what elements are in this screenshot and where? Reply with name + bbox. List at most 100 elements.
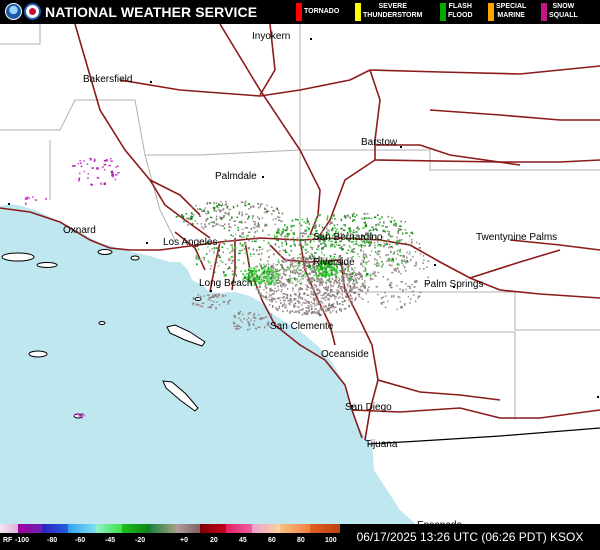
radar-return-pixel [299, 235, 301, 237]
scale-tick-label: -80 [47, 537, 58, 544]
radar-return-pixel [266, 281, 269, 283]
radar-return-pixel [221, 203, 224, 206]
radar-return-pixel [215, 222, 218, 226]
radar-return-pixel [267, 260, 269, 262]
radar-return-pixel [353, 212, 355, 215]
radar-return-pixel [365, 217, 368, 219]
radar-return-pixel [312, 291, 314, 293]
radar-return-pixel [247, 231, 251, 234]
radar-return-pixel [342, 297, 344, 300]
radar-return-pixel [289, 310, 292, 314]
radar-return-pixel [276, 275, 278, 278]
radar-return-pixel [304, 232, 307, 235]
city-label-palmdale: Palmdale [215, 171, 257, 182]
radar-return-pixel [267, 274, 270, 276]
radar-return-pixel [341, 268, 344, 270]
radar-return-pixel [202, 227, 205, 230]
radar-return-pixel [302, 302, 305, 304]
radar-return-pixel [285, 284, 287, 286]
radar-return-pixel [305, 230, 308, 232]
radar-return-pixel [224, 274, 227, 277]
radar-return-pixel [303, 311, 305, 315]
radar-return-pixel [116, 165, 119, 167]
radar-return-pixel [259, 294, 263, 297]
radar-return-pixel [282, 299, 285, 302]
radar-return-pixel [362, 250, 364, 253]
radar-return-pixel [267, 275, 270, 278]
radar-return-pixel [230, 250, 234, 253]
legend-swatch [488, 3, 494, 21]
radar-return-pixel [387, 300, 389, 302]
radar-return-pixel [303, 221, 305, 223]
radar-return-pixel [203, 209, 205, 212]
radar-return-pixel [396, 308, 398, 311]
radar-return-pixel [201, 306, 204, 308]
radar-return-pixel [294, 305, 297, 307]
radar-return-pixel [300, 304, 303, 306]
radar-return-pixel [348, 280, 351, 284]
header-bar: NATIONAL WEATHER SERVICE TORNADO SEVERE … [0, 0, 600, 24]
radar-return-pixel [374, 258, 376, 261]
radar-return-pixel [277, 229, 280, 232]
radar-return-pixel [329, 294, 332, 298]
radar-return-pixel [377, 293, 379, 296]
radar-return-pixel [279, 285, 282, 287]
radar-return-pixel [284, 249, 286, 252]
radar-return-pixel [324, 289, 327, 291]
radar-return-pixel [304, 240, 307, 244]
radar-return-pixel [234, 316, 237, 319]
radar-return-pixel [315, 285, 318, 288]
radar-return-pixel [274, 275, 276, 278]
radar-return-pixel [316, 275, 318, 278]
radar-return-pixel [365, 223, 367, 225]
radar-return-pixel [308, 310, 311, 312]
radar-return-pixel [79, 160, 81, 162]
radar-return-pixel [252, 215, 254, 217]
radar-return-pixel [240, 201, 244, 203]
radar-return-pixel [325, 285, 327, 288]
radar-return-pixel [324, 292, 327, 294]
radar-return-pixel [283, 283, 285, 285]
radar-return-pixel [264, 225, 266, 227]
radar-return-pixel [321, 283, 324, 286]
radar-return-pixel [209, 202, 211, 204]
radar-return-pixel [210, 265, 212, 267]
radar-return-pixel [243, 261, 245, 265]
radar-return-pixel [296, 267, 299, 270]
radar-return-pixel [265, 291, 268, 294]
radar-return-pixel [253, 268, 256, 270]
radar-return-pixel [77, 412, 79, 415]
radar-return-pixel [292, 277, 294, 279]
radar-return-pixel [386, 230, 389, 232]
radar-return-pixel [237, 312, 241, 315]
radar-return-pixel [226, 248, 229, 250]
radar-return-pixel [352, 219, 356, 221]
timestamp-label: 06/17/2025 13:26 UTC (06:26 PDT) KSOX [340, 524, 600, 550]
radar-return-pixel [247, 329, 249, 331]
radar-return-pixel [397, 244, 399, 246]
radar-return-pixel [362, 227, 365, 229]
radar-return-pixel [279, 297, 281, 299]
radar-return-pixel [235, 274, 237, 277]
radar-return-pixel [297, 219, 299, 221]
radar-return-pixel [345, 252, 349, 254]
radar-return-pixel [344, 289, 346, 292]
radar-return-pixel [385, 254, 387, 257]
radar-return-pixel [259, 204, 262, 208]
radar-return-pixel [393, 251, 396, 253]
radar-return-pixel [360, 275, 363, 278]
radar-return-pixel [221, 261, 224, 263]
radar-return-pixel [269, 249, 271, 251]
radar-return-pixel [399, 288, 401, 290]
radar-return-pixel [340, 308, 342, 310]
radar-return-pixel [265, 210, 269, 213]
radar-return-pixel [299, 293, 301, 295]
radar-return-pixel [73, 414, 75, 417]
radar-return-pixel [385, 226, 388, 228]
radar-return-pixel [280, 220, 283, 222]
radar-return-pixel [399, 225, 402, 227]
radar-return-pixel [309, 296, 312, 298]
radar-return-pixel [252, 270, 254, 272]
radar-return-pixel [248, 258, 250, 260]
radar-return-pixel [316, 303, 318, 306]
